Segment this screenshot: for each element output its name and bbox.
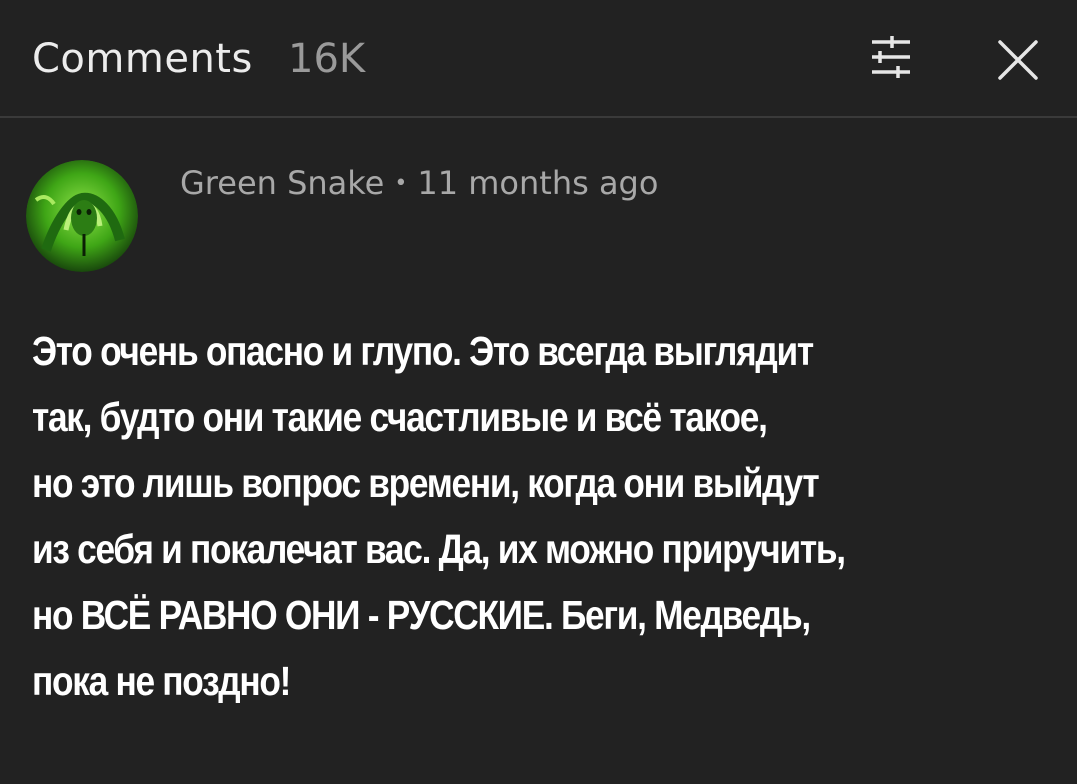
comment-author[interactable]: Green Snake (180, 164, 384, 202)
close-icon[interactable] (994, 36, 1042, 84)
comment-line: пока не поздно! (32, 658, 291, 704)
comment-line: из себя и покалечат вас. Да, их можно пр… (32, 526, 846, 572)
comment-body: Это очень опасно и глупо. Это всегда выг… (32, 318, 1062, 714)
meta-separator: • (394, 171, 408, 196)
comments-count: 16K (288, 36, 366, 82)
comments-title: Comments (32, 36, 253, 82)
avatar[interactable] (26, 160, 138, 272)
comment-line: Это очень опасно и глупо. Это всегда выг… (32, 328, 814, 374)
comments-header: Comments 16K (0, 0, 1077, 118)
sort-filter-icon[interactable] (866, 34, 916, 80)
green-snake-avatar (26, 160, 138, 272)
comment-timestamp: 11 months ago (417, 164, 659, 202)
comment-line: но ВСЁ РАВНО ОНИ - РУССКИЕ. Беги, Медвед… (32, 592, 811, 638)
comment-line: но это лишь вопрос времени, когда они вы… (32, 460, 820, 506)
comment-meta: Green Snake • 11 months ago (180, 164, 658, 202)
comment-line: так, будто они такие счастливые и всё та… (32, 394, 768, 440)
